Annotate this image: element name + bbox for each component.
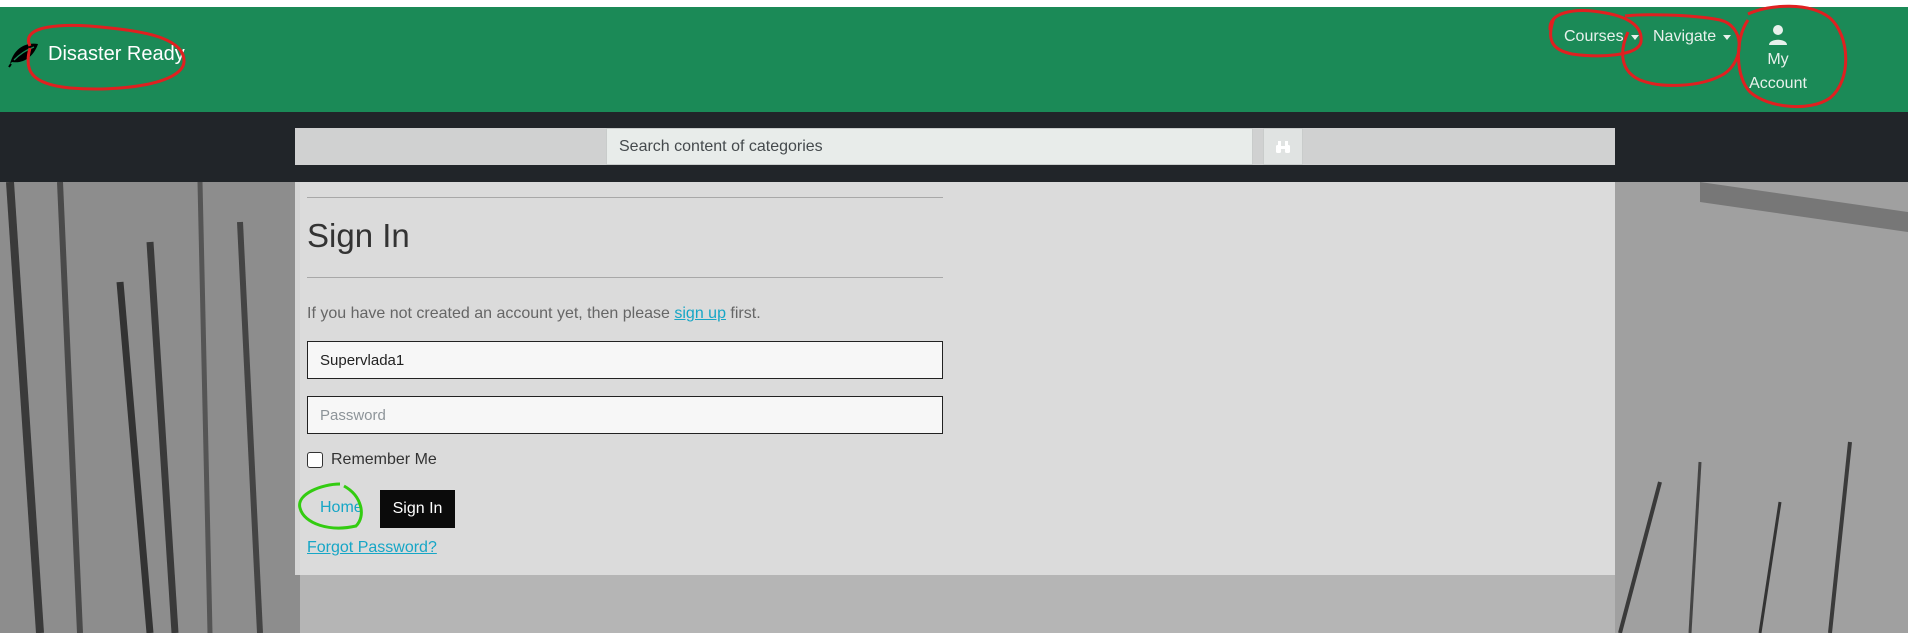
account-label-line2: Account <box>1749 75 1807 92</box>
remember-me-label: Remember Me <box>331 451 437 468</box>
password-field[interactable] <box>307 396 943 434</box>
search-button[interactable] <box>1263 128 1303 165</box>
nav-courses-dropdown[interactable]: Courses <box>1564 28 1639 46</box>
home-link[interactable]: Home <box>320 499 363 517</box>
forgot-password-link[interactable]: Forgot Password? <box>307 539 437 557</box>
divider <box>307 277 943 278</box>
sign-up-link[interactable]: sign up <box>674 305 726 322</box>
account-label-line1: My <box>1767 51 1789 68</box>
nav-courses-label: Courses <box>1564 28 1624 45</box>
binoculars-icon <box>1276 140 1290 153</box>
nav-navigate-label: Navigate <box>1653 28 1717 45</box>
signup-info-after: first. <box>730 305 761 322</box>
remember-me[interactable]: Remember Me <box>307 451 437 469</box>
leaf-icon <box>8 43 38 68</box>
brand-link[interactable]: Disaster Ready <box>8 40 185 68</box>
user-icon <box>1769 25 1787 45</box>
signup-info-before: If you have not created an account yet, … <box>307 305 670 322</box>
top-navbar <box>0 7 1908 112</box>
page-title: Sign In <box>307 217 410 254</box>
caret-down-icon <box>1630 35 1639 40</box>
remember-me-checkbox[interactable] <box>307 452 323 468</box>
caret-down-icon <box>1723 35 1732 40</box>
divider <box>307 197 943 198</box>
brand-title: Disaster Ready <box>48 42 185 65</box>
username-field[interactable] <box>307 341 943 379</box>
top-strip <box>0 0 1908 7</box>
nav-navigate-dropdown[interactable]: Navigate <box>1653 28 1732 46</box>
sign-in-button[interactable]: Sign In <box>380 490 455 528</box>
my-account-link[interactable]: My Account <box>1740 24 1816 96</box>
search-input[interactable] <box>606 128 1253 165</box>
signup-info-text: If you have not created an account yet, … <box>307 305 761 323</box>
